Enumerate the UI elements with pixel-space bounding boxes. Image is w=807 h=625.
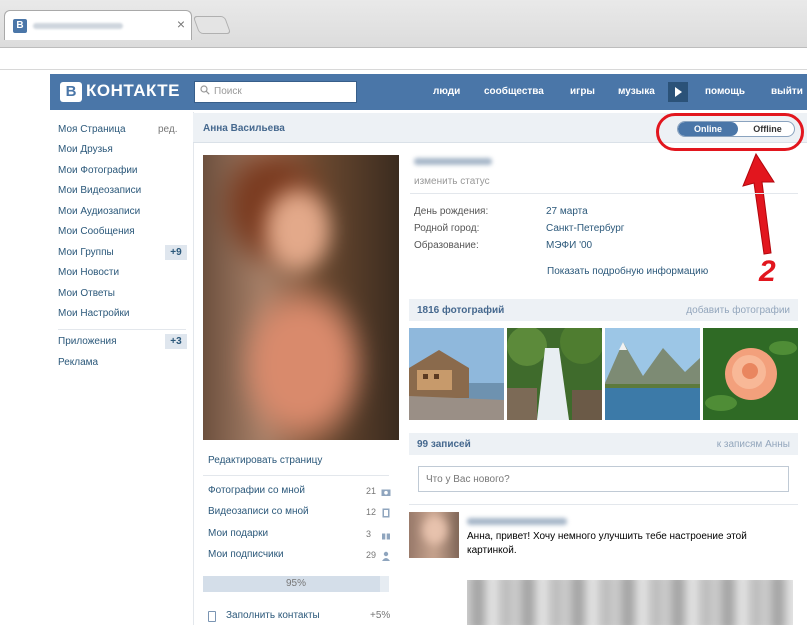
wall-section-header: 99 записей к записям Анны: [409, 433, 798, 455]
sidebar-item-ads[interactable]: Реклама: [58, 357, 98, 368]
photos-count-link[interactable]: 1816 фотографий: [417, 305, 504, 316]
my-followers-link[interactable]: Мои подписчики: [208, 549, 284, 560]
search-icon: [200, 85, 210, 95]
hometown-label: Родной город:: [414, 223, 480, 234]
sidebar-item-answers[interactable]: Мои Ответы: [58, 288, 115, 299]
followers-icon: [382, 551, 390, 561]
gift-icon: [382, 531, 390, 540]
sidebar-item-photos[interactable]: Мои Фотографии: [58, 165, 138, 176]
post-text: Анна, привет! Хочу немного улучшить тебе…: [467, 531, 747, 556]
photo-thumb-rose[interactable]: [703, 328, 798, 420]
education-value[interactable]: МЭФИ '00: [546, 240, 592, 251]
sidebar-item-videos[interactable]: Мои Видеозаписи: [58, 185, 141, 196]
nav-music[interactable]: музыка: [618, 86, 655, 97]
sidebar-item-messages[interactable]: Мои Сообщения: [58, 226, 135, 237]
hometown-value[interactable]: Санкт-Петербург: [546, 223, 624, 234]
profile-divider: [410, 193, 798, 194]
sidebar-item-settings[interactable]: Мои Настройки: [58, 308, 129, 319]
edit-link[interactable]: ред.: [158, 124, 178, 135]
nav-games[interactable]: игры: [570, 86, 595, 97]
new-tab-button[interactable]: [192, 16, 232, 34]
nav-logout[interactable]: выйти: [771, 86, 803, 97]
phone-icon: [208, 611, 216, 622]
profile-completion-bar: 95%: [203, 576, 389, 592]
sidebar-item-audio[interactable]: Мои Аудиозаписи: [58, 206, 140, 217]
search-input[interactable]: Поиск: [194, 81, 357, 103]
show-more-info-link[interactable]: Показать подробную информацию: [547, 266, 708, 277]
fill-contacts-percent: +5%: [370, 610, 391, 621]
film-icon: [382, 508, 390, 518]
photo-thumb-waterfall[interactable]: [507, 328, 602, 420]
annotation-arrow-icon: [742, 152, 775, 255]
fill-contacts-link[interactable]: Заполнить контакты: [226, 610, 320, 621]
to-anna-posts-link[interactable]: к записям Анны: [717, 439, 790, 450]
browser-tab-strip: В ×: [0, 0, 807, 48]
my-gifts-link[interactable]: Мои подарки: [208, 528, 268, 539]
sidebar-item-my-page[interactable]: Моя Страница: [58, 124, 126, 135]
sidebar-item-apps[interactable]: Приложения: [58, 336, 117, 347]
my-followers-count: 29: [366, 550, 377, 560]
sidebar-item-groups[interactable]: Мои Группы: [58, 247, 114, 258]
profile-completion-text: 95%: [285, 578, 306, 589]
education-label: Образование:: [414, 240, 479, 251]
left-divider: [203, 475, 389, 476]
post-author-obscured[interactable]: [467, 518, 567, 525]
wall-divider: [409, 504, 798, 505]
sidebar-divider: [58, 329, 186, 330]
address-bar-strip: [0, 48, 807, 70]
nav-people[interactable]: люди: [433, 86, 460, 97]
play-icon[interactable]: [668, 82, 688, 102]
my-gifts-count: 3: [366, 529, 372, 539]
sidebar-item-news[interactable]: Мои Новости: [58, 267, 119, 278]
profile-name: Анна Васильева: [203, 123, 285, 134]
groups-badge[interactable]: +9: [165, 245, 187, 260]
status-text-obscured: [414, 158, 492, 165]
videos-with-me-count: 12: [366, 507, 377, 517]
post-image[interactable]: [467, 580, 793, 625]
post-author-avatar-blurred: [409, 512, 459, 558]
nav-help[interactable]: помощь: [705, 86, 745, 97]
browser-tab[interactable]: В ×: [4, 10, 192, 40]
site-header: В КОНТАКТЕ Поиск люди сообщества игры му…: [50, 74, 807, 110]
camera-icon: [381, 489, 391, 496]
close-icon[interactable]: ×: [177, 16, 185, 32]
annotation-highlight-ring: [656, 113, 804, 151]
tab-title-obscured: [33, 23, 123, 29]
sidebar-item-friends[interactable]: Мои Друзья: [58, 144, 113, 155]
add-photos-link[interactable]: добавить фотографии: [686, 305, 790, 316]
search-placeholder: Поиск: [214, 86, 242, 97]
photos-section-header: 1816 фотографий добавить фотографии: [409, 299, 798, 321]
birthday-value[interactable]: 27 марта: [546, 206, 588, 217]
change-status-link[interactable]: изменить статус: [414, 176, 490, 187]
photo-thumb-coast[interactable]: [409, 328, 504, 420]
profile-photo-blurred: [203, 155, 399, 440]
birthday-label: День рождения:: [414, 206, 489, 217]
new-post-placeholder: Что у Вас нового?: [426, 474, 510, 485]
profile-photo[interactable]: [203, 155, 399, 440]
post-image-blurred: [467, 580, 793, 625]
vk-logo-icon[interactable]: В: [60, 82, 82, 102]
photos-with-me-link[interactable]: Фотографии со мной: [208, 485, 305, 496]
edit-page-link[interactable]: Редактировать страницу: [208, 455, 322, 466]
vk-favicon-icon: В: [13, 19, 27, 33]
posts-count-link[interactable]: 99 записей: [417, 439, 471, 450]
nav-communities[interactable]: сообщества: [484, 86, 544, 97]
annotation-number: 2: [759, 255, 776, 288]
new-post-input[interactable]: Что у Вас нового?: [418, 466, 789, 492]
photos-with-me-count: 21: [366, 486, 377, 496]
videos-with-me-link[interactable]: Видеозаписи со мной: [208, 506, 309, 517]
apps-badge[interactable]: +3: [165, 334, 187, 349]
photo-thumb-lake[interactable]: [605, 328, 700, 420]
logo-text[interactable]: КОНТАКТЕ: [86, 81, 180, 101]
post-author-avatar[interactable]: [409, 512, 459, 558]
